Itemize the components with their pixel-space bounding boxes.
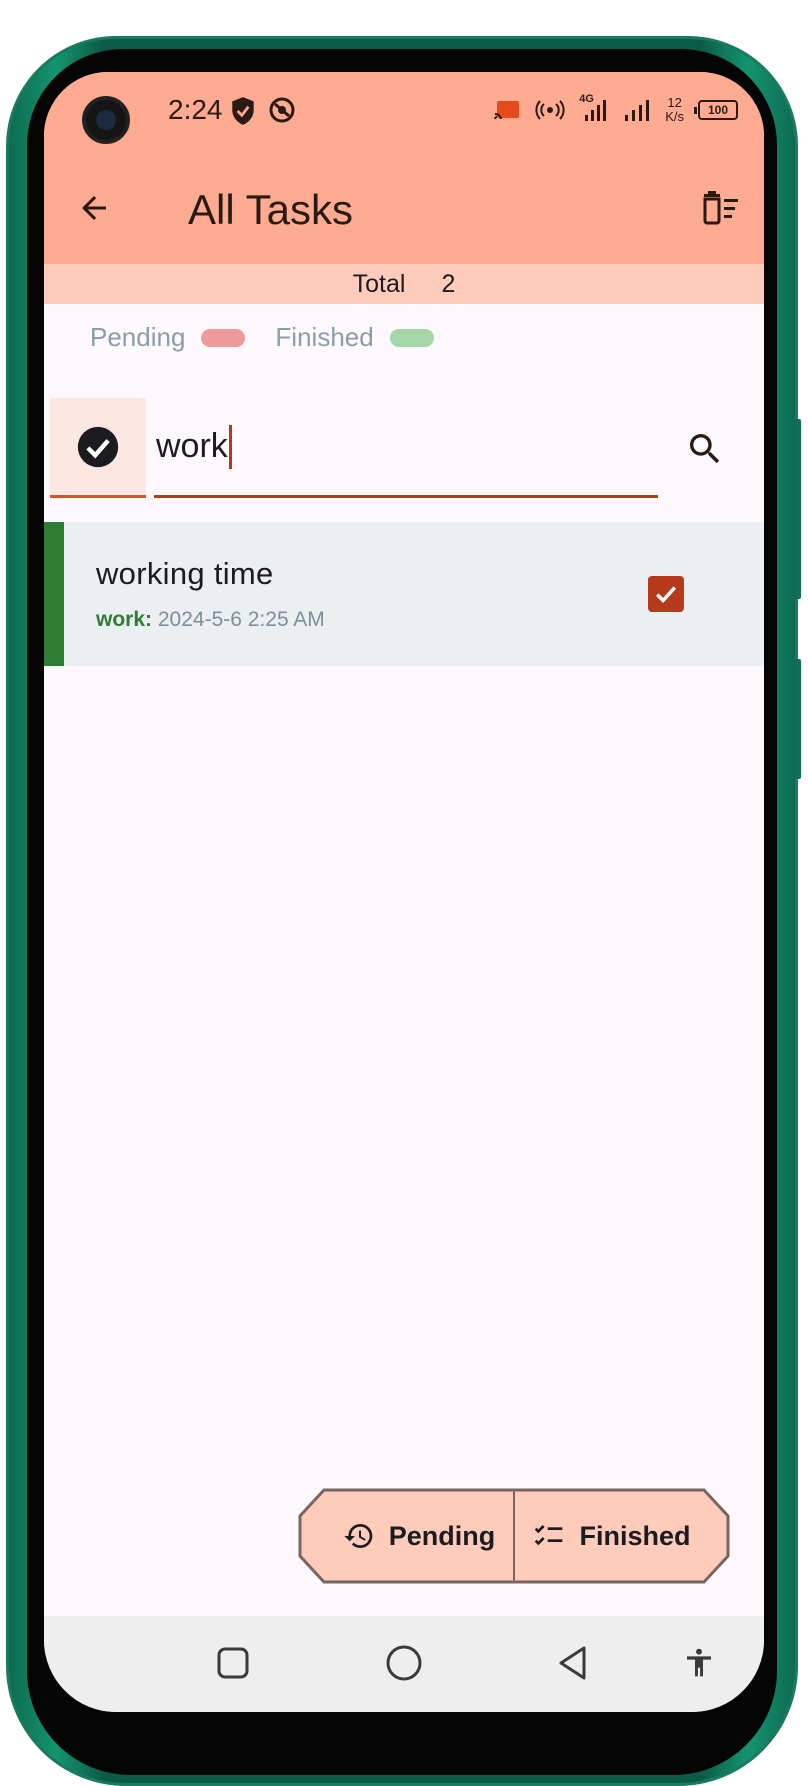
network-speed: 12 K/s [665, 96, 684, 124]
search-icon [690, 434, 720, 464]
signal-icon [625, 100, 650, 121]
completed-filter-toggle[interactable] [50, 398, 146, 498]
speed-value: 12 [667, 95, 682, 110]
delete-sweep-icon [703, 191, 738, 225]
pending-segment-button[interactable]: Pending [324, 1488, 514, 1584]
phone-side-button [795, 659, 801, 779]
finished-segment-label: Finished [579, 1520, 691, 1551]
recents-button[interactable] [208, 1638, 258, 1688]
check-circle-icon [77, 426, 119, 467]
system-nav-bar [44, 1616, 764, 1712]
delete-all-button[interactable] [696, 184, 744, 232]
legend-pending-swatch [201, 328, 246, 347]
arrow-back-icon [82, 196, 106, 220]
front-camera [82, 96, 130, 144]
task-complete-checkbox[interactable] [648, 576, 684, 612]
back-button[interactable] [70, 184, 118, 232]
pending-segment-label: Pending [388, 1520, 496, 1551]
app-bar: 2:24 4G 12 K/s 100 All Tasks [44, 72, 764, 264]
legend-pending-label: Pending [90, 322, 186, 352]
battery-indicator: 100 [694, 100, 738, 120]
search-input-value: work [156, 427, 228, 465]
status-legend: Pending Finished [90, 322, 464, 353]
hotspot-icon [535, 100, 565, 120]
task-category-accent [44, 522, 64, 666]
total-summary-bar: Total 2 [44, 264, 764, 304]
history-icon [344, 1524, 373, 1548]
task-meta: work: 2024-5-6 2:25 AM [96, 608, 325, 632]
square-icon [217, 1647, 249, 1679]
task-title: working time [96, 556, 274, 591]
legend-finished-label: Finished [275, 322, 374, 352]
phone-side-button [795, 419, 801, 599]
screen: 2:24 4G 12 K/s 100 All Tasks Total 2 Pen… [44, 72, 764, 1712]
task-list-item[interactable]: working time work: 2024-5-6 2:25 AM [44, 522, 764, 666]
signal-icon [585, 100, 607, 121]
total-count: 2 [441, 269, 456, 298]
accessibility-icon [687, 1648, 711, 1677]
shield-icon [232, 97, 254, 125]
no-disturb-icon [269, 97, 295, 123]
home-button[interactable] [379, 1638, 429, 1688]
task-category: work: [96, 608, 153, 631]
text-cursor [228, 424, 232, 469]
cast-icon [494, 101, 520, 120]
total-label: Total [352, 269, 406, 298]
triangle-back-icon [559, 1646, 586, 1680]
checklist-icon [535, 1525, 563, 1546]
status-segmented-control: Pending Finished [298, 1488, 730, 1584]
status-time: 2:24 [168, 94, 223, 125]
check-icon [656, 586, 677, 603]
legend-finished-swatch [389, 328, 434, 347]
page-title: All Tasks [188, 186, 353, 233]
search-input[interactable]: work [154, 398, 658, 498]
speed-unit: K/s [665, 109, 684, 124]
finished-segment-button[interactable]: Finished [514, 1488, 710, 1584]
search-button[interactable] [680, 424, 730, 474]
status-icons: 4G 12 K/s 100 [493, 93, 738, 124]
circle-icon [386, 1645, 422, 1681]
task-datetime: 2024-5-6 2:25 AM [157, 608, 325, 631]
accessibility-button[interactable] [674, 1638, 724, 1688]
back-nav-button[interactable] [548, 1638, 598, 1688]
signal-4g: 4G [579, 93, 609, 123]
